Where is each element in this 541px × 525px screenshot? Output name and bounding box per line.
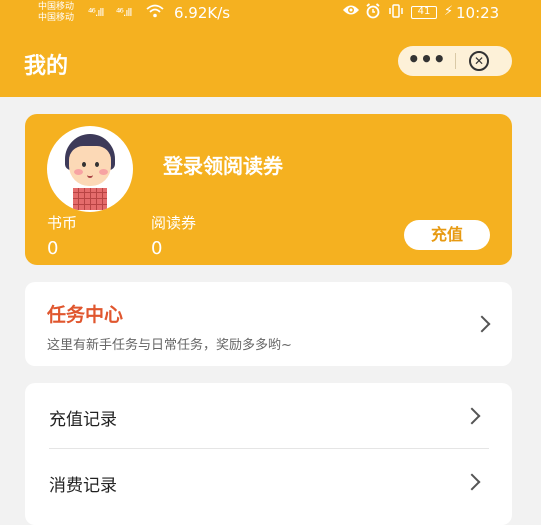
coin-value: 0 [47, 238, 59, 259]
avatar-face [69, 146, 111, 186]
page-title: 我的 [24, 54, 69, 79]
list-item[interactable]: 消费记录 [25, 449, 512, 515]
chevron-right-icon [463, 407, 481, 425]
signal-icon: ⁴⁶.ıll [116, 6, 133, 19]
chevron-right-icon [473, 315, 491, 333]
status-time: 10:23 [456, 4, 500, 22]
avatar-body [73, 188, 107, 210]
mini-program-capsule: ••• ✕ [398, 46, 512, 76]
records-menu: 充值记录 消费记录 [25, 383, 512, 525]
avatar[interactable] [47, 126, 133, 212]
capsule-divider [455, 53, 456, 69]
login-link[interactable]: 登录领阅读券 [163, 150, 283, 179]
close-button[interactable]: ✕ [469, 51, 489, 71]
recharge-button[interactable]: 充值 [404, 220, 490, 250]
task-center-card[interactable]: 任务中心 这里有新手任务与日常任务，奖励多多哟~ [25, 282, 512, 366]
spending-records-label: 消费记录 [49, 476, 117, 496]
battery-icon: 41 [411, 6, 437, 19]
coin-label: 书币 [47, 214, 78, 232]
vibrate-icon [388, 4, 404, 22]
task-center-title: 任务中心 [47, 304, 124, 326]
carrier-names: 中国移动 中国移动 [38, 2, 74, 24]
net-speed: 6.92K/s [174, 4, 231, 22]
coupon-label: 阅读券 [151, 214, 197, 232]
eye-icon [342, 4, 360, 20]
avatar-cheek [99, 169, 108, 175]
carrier-1: 中国移动 [38, 2, 75, 12]
profile-card: 登录领阅读券 书币 0 阅读券 0 充值 [25, 114, 512, 265]
charging-icon: ⚡ [444, 4, 454, 19]
carrier-2: 中国移动 [38, 13, 75, 23]
avatar-eye [82, 162, 86, 167]
chevron-right-icon [463, 473, 481, 491]
coupon-value: 0 [151, 238, 163, 259]
alarm-icon [365, 3, 381, 23]
signal-icon: ⁴⁶.ıll [88, 6, 105, 19]
status-bar: 中国移动 中国移动 ⁴⁶.ıll ⁴⁶.ıll 6.92K/s 41 ⚡ 10:… [0, 0, 541, 28]
wifi-icon [146, 4, 164, 22]
avatar-cheek [74, 169, 83, 175]
avatar-eye [95, 162, 99, 167]
recharge-records-label: 充值记录 [49, 410, 117, 430]
task-center-subtitle: 这里有新手任务与日常任务，奖励多多哟~ [47, 338, 292, 353]
more-button[interactable]: ••• [398, 46, 455, 76]
list-item[interactable]: 充值记录 [25, 383, 512, 449]
header-bar: 中国移动 中国移动 ⁴⁶.ıll ⁴⁶.ıll 6.92K/s 41 ⚡ 10:… [0, 0, 541, 97]
